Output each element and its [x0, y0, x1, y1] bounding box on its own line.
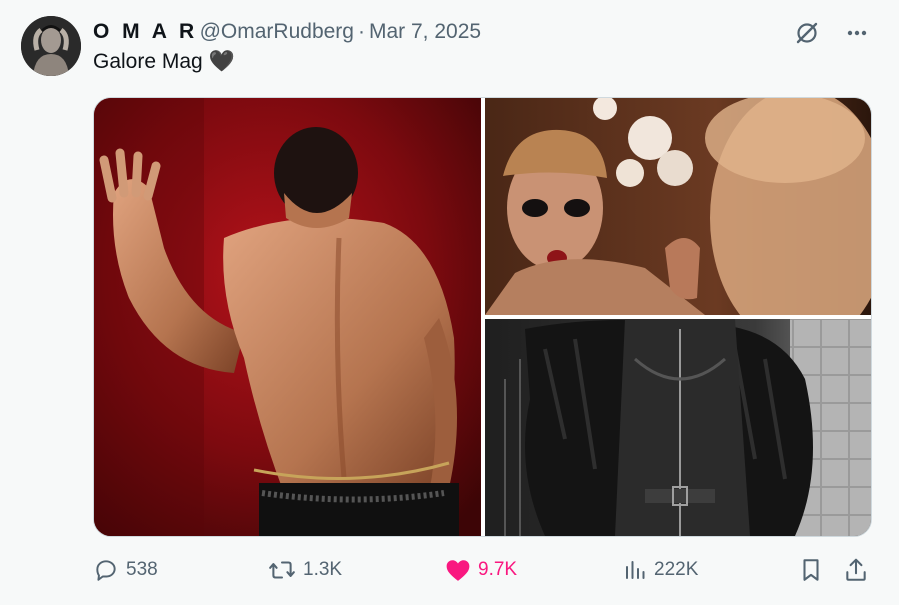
tweet-date[interactable]: Mar 7, 2025 [369, 20, 481, 44]
grok-icon[interactable] [793, 19, 821, 47]
tweet-text-content: Galore Mag [93, 50, 203, 73]
tweet-header: O M A R @OmarRudberg · Mar 7, 2025 [93, 19, 481, 45]
handle[interactable]: @OmarRudberg [200, 20, 354, 44]
black-heart-emoji: 🖤 [208, 50, 235, 73]
views-button[interactable]: 222K [623, 553, 698, 587]
views-icon [623, 558, 647, 582]
tweet-top-actions [793, 19, 871, 47]
share-icon [844, 557, 868, 583]
photo-3[interactable] [485, 319, 871, 536]
avatar[interactable] [21, 16, 81, 76]
views-count: 222K [654, 559, 699, 580]
share-button[interactable] [844, 553, 868, 587]
photo-1[interactable] [94, 98, 481, 536]
photo-2[interactable] [485, 98, 871, 315]
bookmark-button[interactable] [799, 553, 823, 587]
heart-icon [445, 558, 471, 582]
bookmark-icon [799, 557, 823, 583]
more-icon[interactable] [843, 19, 871, 47]
reply-count: 538 [126, 559, 158, 580]
reply-button[interactable]: 538 [93, 553, 158, 587]
display-name[interactable]: O M A R [93, 20, 198, 44]
media-grid [93, 97, 872, 537]
reply-icon [93, 557, 119, 583]
like-count: 9.7K [478, 559, 518, 580]
action-bar: 538 1.3K 9.7K 222K [93, 553, 870, 587]
tweet-text: Galore Mag 🖤 [93, 50, 235, 74]
repost-icon [268, 557, 296, 583]
like-button[interactable]: 9.7K [445, 553, 517, 587]
separator-dot: · [357, 20, 365, 43]
repost-count: 1.3K [303, 559, 343, 580]
repost-button[interactable]: 1.3K [268, 553, 342, 587]
tweet: O M A R @OmarRudberg · Mar 7, 2025 Galor… [0, 0, 899, 605]
